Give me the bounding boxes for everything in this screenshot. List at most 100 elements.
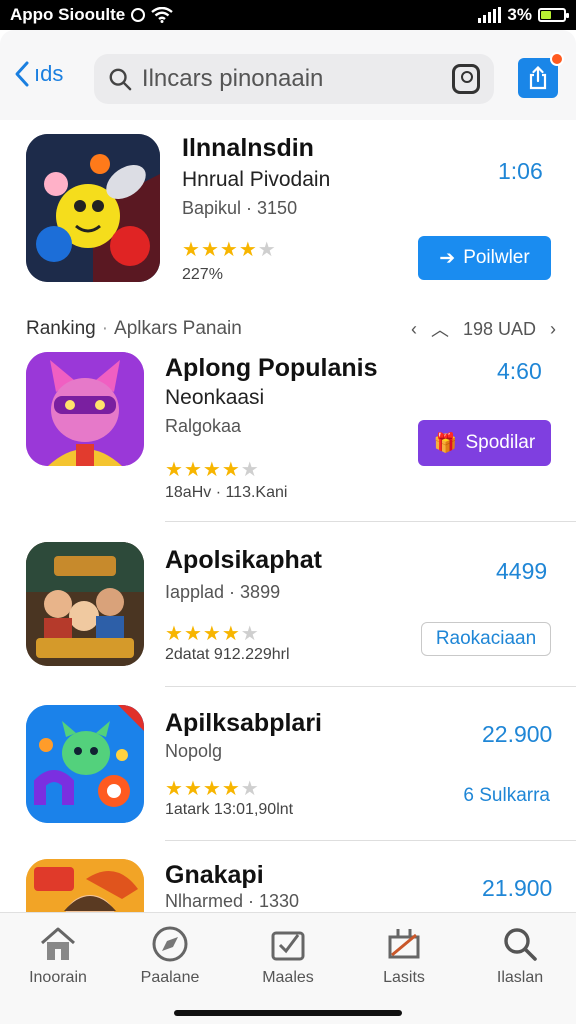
star-filled-icon: ★ [183, 459, 202, 481]
app-price: 22.900 [482, 721, 553, 747]
star-filled-icon: ★ [165, 459, 183, 481]
get-button-label: Spodilar [465, 432, 536, 453]
app-row-1[interactable]: Ilnnalnsdin Hnrual Pivodain Bapikul · 31… [0, 120, 576, 300]
star-filled-icon: ★ [219, 239, 238, 261]
tab-search[interactable]: Ilaslan [470, 925, 570, 987]
back-button[interactable]: ıds [12, 60, 63, 88]
gift-icon: 🎁 [433, 433, 458, 454]
app-icon-cat-hero[interactable] [26, 352, 144, 466]
wifi-icon [151, 7, 173, 23]
tab-label: Ilaslan [496, 969, 544, 986]
tab-label: Paalane [140, 969, 200, 986]
tab-label: Maales [262, 969, 314, 986]
app-meta: Iapplad · 3899 [165, 582, 281, 602]
app-price: 4499 [496, 558, 548, 584]
app-reviews: 1atark 13:01,90lnt [165, 801, 294, 818]
tab-games[interactable]: Paalane [120, 925, 220, 987]
tab-apps[interactable]: Maales [238, 925, 338, 987]
tab-bar: Inoorain Paalane Maales Lasits Ilaslan [0, 912, 576, 1024]
ranking-count: 198 UAD [462, 318, 536, 339]
get-button[interactable]: 6 Sulkarra [430, 781, 550, 811]
search-input[interactable] [141, 65, 442, 93]
star-filled-icon: ★ [238, 239, 257, 261]
app-row-5[interactable]: Gnakapi Nlharmed · 1330 21.900 [0, 841, 576, 912]
app-title[interactable]: Ilnnalnsdin [182, 134, 314, 163]
star-filled-icon: ★ [183, 778, 202, 800]
app-reviews: 2datat 912.229hrl [165, 646, 290, 663]
star-filled-icon: ★ [202, 459, 221, 481]
app-icon-cartoon-boy[interactable] [26, 859, 144, 912]
battery-icon [538, 8, 569, 22]
app-icon-game-creatures[interactable] [26, 134, 160, 282]
app-icon-cute-monsters[interactable] [26, 705, 144, 823]
app-price: 1:06 [498, 158, 543, 184]
app-reviews: 227% [182, 266, 223, 283]
star-filled-icon: ★ [202, 778, 221, 800]
star-empty-icon: ★ [240, 778, 259, 800]
star-filled-icon: ★ [221, 778, 240, 800]
star-filled-icon: ★ [183, 623, 202, 645]
get-button[interactable]: Raokaciaan [421, 622, 551, 656]
ranking-sublabel: Aplkars Panain [114, 318, 242, 339]
search-icon [109, 68, 132, 91]
star-filled-icon: ★ [202, 623, 221, 645]
status-left: Appo Siooulte [10, 5, 173, 25]
ranking-header: Ranking · Aplkars Panain ‹ ︿ 198 UAD › [26, 316, 556, 342]
compass-icon [152, 926, 188, 962]
chevron-left-icon [15, 61, 29, 87]
app-meta: Ralgokaa [165, 416, 242, 436]
get-button-label: Poilwler [463, 247, 530, 268]
chevron-right-icon[interactable]: › [550, 319, 556, 340]
share-icon [529, 66, 547, 90]
app-title[interactable]: Apolsikaphat [165, 546, 322, 575]
app-meta: Bapikul · 3150 [182, 198, 298, 218]
home-indicator[interactable] [174, 1010, 402, 1016]
ranking-separator: · [101, 318, 109, 339]
app-subtitle: Hnrual Pivodain [182, 168, 331, 191]
scan-icon[interactable] [451, 64, 480, 94]
app-price: 21.900 [482, 875, 553, 901]
star-filled-icon: ★ [182, 239, 200, 261]
app-row-4[interactable]: Apilksabplari Nopolg ★ ★ ★ ★ ★ 1atark 13:01,… [0, 687, 576, 839]
get-button-label: 6 Sulkarra [463, 785, 550, 806]
app-title[interactable]: Apilksabplari [165, 709, 322, 738]
status-bar: Appo Siooulte 3% [0, 0, 576, 30]
tab-arcade[interactable]: Lasits [354, 925, 454, 987]
app-row-2[interactable]: Aplong Populanis Neonkaasi Ralgokaa ★ ★ ★ ★… [0, 340, 576, 520]
status-right: 3% [478, 5, 569, 25]
app-meta: Nopolg [165, 741, 223, 761]
app-row-3[interactable]: Apolsikaphat Iapplad · 3899 ★ ★ ★ ★ ★ 2datat… [0, 522, 576, 686]
ranking-label: Ranking [26, 318, 96, 339]
star-empty-icon: ★ [240, 459, 259, 481]
notification-badge [550, 52, 564, 66]
status-app-name: Appo Siooulte [10, 5, 126, 24]
app-icon-adventure-heroes[interactable] [26, 542, 144, 666]
tab-label: Lasits [383, 969, 425, 986]
app-title[interactable]: Aplong Populanis [165, 354, 378, 383]
star-rating: ★ ★ ★ ★ ★ [165, 460, 259, 480]
app-price: 4:60 [497, 358, 542, 384]
app-meta: Nlharmed · 1330 [165, 891, 300, 911]
star-empty-icon: ★ [240, 623, 259, 645]
chevron-left-icon[interactable]: ‹ [411, 319, 417, 340]
get-button[interactable]: 🎁 Spodilar [418, 420, 551, 466]
tab-label: Inoorain [29, 969, 87, 986]
star-empty-icon: ★ [257, 239, 276, 261]
star-filled-icon: ★ [165, 778, 183, 800]
chevron-up-icon[interactable]: ︿ [431, 316, 449, 342]
star-rating: ★ ★ ★ ★ ★ [165, 624, 259, 644]
share-button[interactable] [518, 52, 564, 98]
back-label: ıds [34, 61, 64, 86]
app-reviews: 18aHv · 113.Kani [165, 484, 288, 501]
app-title[interactable]: Gnakapi [165, 861, 264, 890]
get-button[interactable]: ➔ Poilwler [418, 236, 551, 280]
signal-icon [478, 7, 502, 23]
star-rating: ★ ★ ★ ★ ★ [182, 240, 276, 260]
star-rating: ★ ★ ★ ★ ★ [165, 779, 259, 799]
search-bar[interactable] [94, 54, 494, 104]
search-header: ıds [0, 30, 576, 120]
search-icon [504, 928, 537, 961]
tab-today[interactable]: Inoorain [8, 925, 108, 987]
home-icon [41, 927, 75, 960]
ranking-controls: ‹ ︿ 198 UAD › [411, 316, 556, 342]
